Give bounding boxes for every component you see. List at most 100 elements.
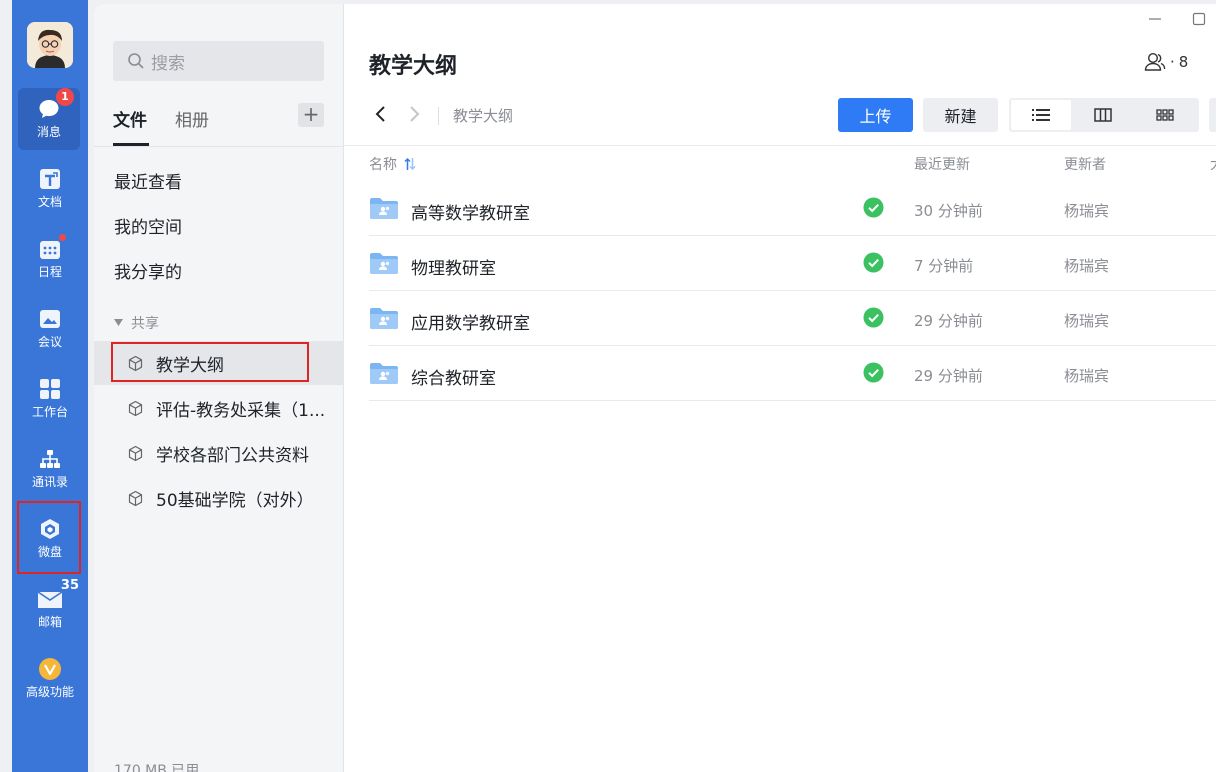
rail-label: 高级功能 (25, 685, 74, 699)
mail-badge: 35 (60, 578, 79, 593)
rail-item-messages[interactable]: 1 消息 (18, 88, 80, 150)
rail-label: 通讯录 (31, 475, 68, 489)
drive-nav-panel: 搜索 文件 相册 + 最近查看 我的空间 我分享的 共享 教学大纲 评估-教务处… (94, 4, 344, 772)
synced-check-icon (863, 362, 884, 383)
separator-dot: · (1170, 53, 1175, 71)
shared-folder-icon (370, 198, 398, 219)
rail-item-workbench[interactable]: 工作台 (12, 368, 88, 430)
cube-icon (128, 445, 143, 461)
members-button[interactable]: · 8 (1144, 52, 1188, 72)
app-window: 1 消息 文档 日程 会议 工作台 通讯录 微盘 35 邮箱 高级功能 搜索 文… (0, 0, 1216, 772)
table-row[interactable]: 物理教研室 7 分钟前 杨瑞宾 (369, 236, 1216, 291)
add-button[interactable]: + (298, 103, 324, 127)
maximize-icon[interactable] (1192, 12, 1206, 30)
shared-folder-icon (370, 308, 398, 329)
grid-view-button[interactable] (1135, 100, 1195, 130)
rail-item-meeting[interactable]: 会议 (12, 298, 88, 360)
calendar-icon (37, 233, 67, 262)
table-row[interactable]: 高等数学教研室 30 分钟前 杨瑞宾 (369, 181, 1216, 236)
updated-time: 29 分钟前 (914, 367, 983, 385)
shared-item-label: 评估-教务处采集（1... (156, 400, 326, 421)
shared-item-basic-college[interactable]: 50基础学院（对外） (94, 476, 344, 520)
grid-icon (1156, 109, 1174, 121)
shared-section-header[interactable]: 共享 (114, 313, 159, 333)
synced-check-icon (863, 252, 884, 273)
list-icon (1032, 109, 1050, 121)
main-content: 教学大纲 · 8 教学大纲 上传 新建 名称 最近更新 更新者 高等数学教研室 … (344, 4, 1216, 772)
column-updater-header[interactable]: 更新者 (1064, 154, 1106, 174)
selection-highlight-box (111, 342, 309, 382)
sort-icon (404, 157, 416, 171)
breadcrumb[interactable]: 教学大纲 (453, 105, 513, 126)
minimize-icon[interactable] (1148, 12, 1162, 30)
new-button[interactable]: 新建 (923, 98, 998, 132)
search-icon (128, 53, 144, 69)
updated-time: 7 分钟前 (914, 257, 974, 275)
rail-label: 工作台 (31, 405, 68, 419)
rail-label: 消息 (36, 125, 61, 139)
nav-my-shared[interactable]: 我分享的 (114, 258, 182, 283)
tab-files[interactable]: 文件 (113, 106, 147, 131)
nav-my-space[interactable]: 我的空间 (114, 213, 182, 238)
shared-section-label: 共享 (131, 316, 159, 332)
updater-name: 杨瑞宾 (1064, 367, 1110, 385)
table-row[interactable]: 综合教研室 29 分钟前 杨瑞宾 (369, 346, 1216, 401)
rail-label: 会议 (37, 335, 62, 349)
column-size-header[interactable]: 大 (1210, 154, 1216, 174)
message-badge: 1 (56, 88, 74, 106)
user-avatar[interactable] (27, 22, 73, 68)
updated-time: 30 分钟前 (914, 202, 983, 220)
view-switcher (1009, 98, 1199, 132)
rail-label: 日程 (37, 265, 62, 279)
rail-item-contacts[interactable]: 通讯录 (12, 438, 88, 500)
rail-highlight-box (17, 501, 81, 574)
page-title: 教学大纲 (369, 54, 458, 79)
member-count: 8 (1178, 53, 1189, 71)
grid-apps-icon (37, 376, 63, 402)
column-updated-header[interactable]: 最近更新 (914, 154, 970, 174)
updater-name: 杨瑞宾 (1064, 257, 1110, 275)
divider (94, 146, 344, 147)
forward-icon[interactable] (407, 104, 421, 129)
shared-folder-icon (370, 253, 398, 274)
shared-folder-icon (370, 363, 398, 384)
nav-tabs: 文件 相册 (113, 106, 209, 131)
file-name: 应用数学教研室 (411, 314, 530, 334)
cube-icon (128, 490, 143, 506)
columns-icon (1094, 108, 1112, 122)
document-icon (37, 166, 63, 192)
table-row[interactable]: 应用数学教研室 29 分钟前 杨瑞宾 (369, 291, 1216, 346)
synced-check-icon (863, 197, 884, 218)
list-view-button[interactable] (1011, 100, 1071, 130)
shared-item-label: 学校各部门公共资料 (156, 445, 309, 466)
table-header: 名称 最近更新 更新者 大 (344, 154, 1216, 174)
rail-item-mail[interactable]: 35 邮箱 (12, 578, 88, 640)
tab-album[interactable]: 相册 (175, 106, 209, 131)
app-rail: 1 消息 文档 日程 会议 工作台 通讯录 微盘 35 邮箱 高级功能 (12, 0, 88, 772)
nav-recent[interactable]: 最近查看 (114, 168, 182, 193)
shared-item-evaluation[interactable]: 评估-教务处采集（1... (94, 386, 344, 430)
shared-item-public-docs[interactable]: 学校各部门公共资料 (94, 431, 344, 475)
file-name: 综合教研室 (411, 369, 496, 389)
storage-usage: 170 MB 已用 (114, 763, 200, 772)
more-button[interactable] (1209, 98, 1216, 132)
org-chart-icon (37, 446, 63, 472)
search-input[interactable]: 搜索 (113, 41, 324, 81)
column-name-header[interactable]: 名称 (369, 154, 416, 174)
column-view-button[interactable] (1073, 100, 1133, 130)
synced-check-icon (863, 307, 884, 328)
rail-item-advanced[interactable]: 高级功能 (12, 648, 88, 710)
calendar-dot (58, 233, 67, 242)
mail-icon: 35 (37, 578, 79, 612)
file-name: 物理教研室 (411, 259, 496, 279)
divider (344, 145, 1216, 146)
rail-label: 文档 (37, 195, 62, 209)
rail-item-docs[interactable]: 文档 (12, 158, 88, 220)
upload-button[interactable]: 上传 (838, 98, 913, 132)
updated-time: 29 分钟前 (914, 312, 983, 330)
cube-icon (128, 400, 143, 416)
back-icon[interactable] (374, 104, 388, 129)
rail-item-calendar[interactable]: 日程 (12, 228, 88, 290)
shared-item-label: 50基础学院（对外） (156, 490, 314, 511)
meeting-icon (37, 306, 63, 332)
